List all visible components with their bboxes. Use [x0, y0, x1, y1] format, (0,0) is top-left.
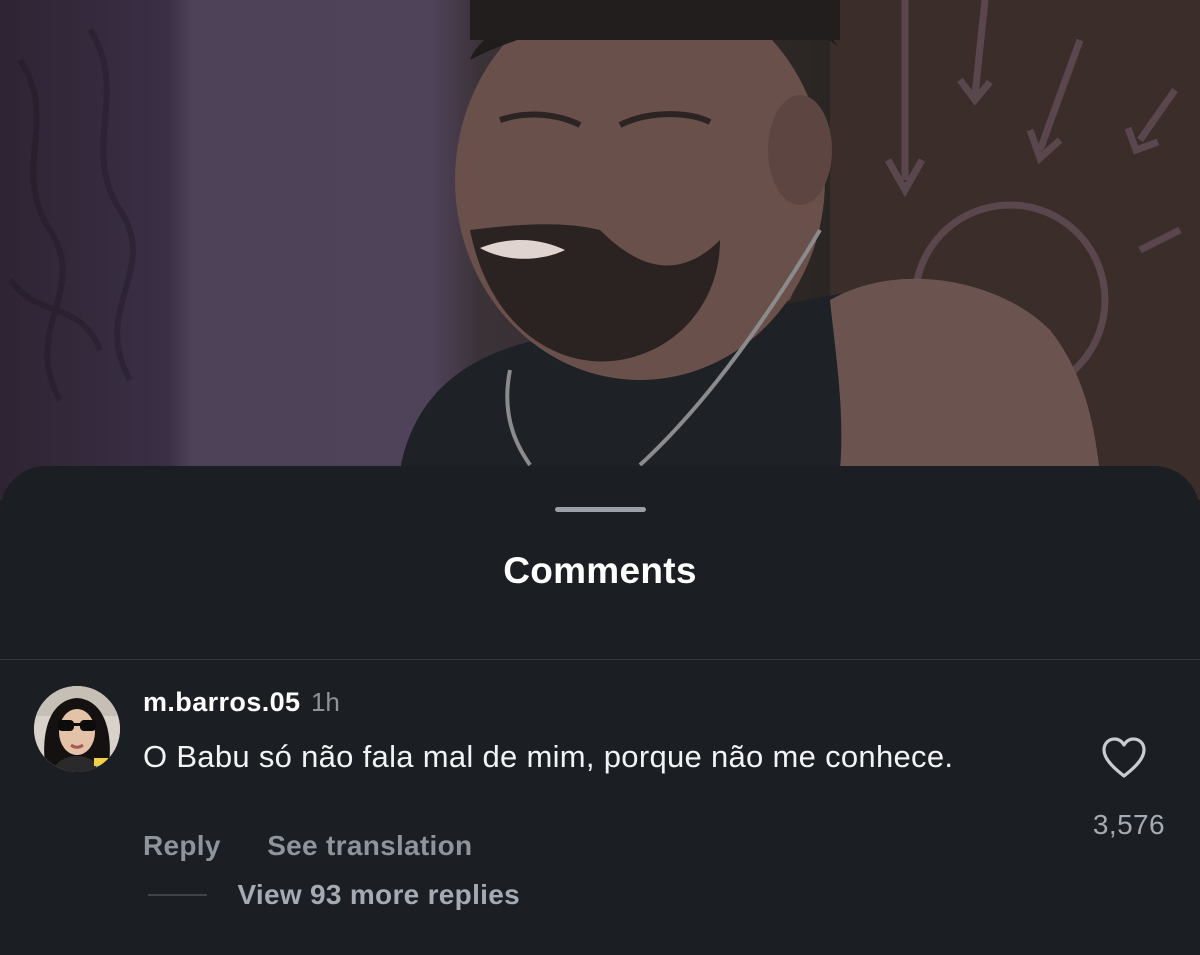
like-count: 3,576 — [1092, 809, 1165, 840]
view-replies-row[interactable]: View 93 more replies — [148, 879, 520, 911]
reply-button[interactable]: Reply — [143, 830, 221, 861]
comment-actions: Reply See translation — [143, 830, 514, 862]
comment-timestamp: 1h — [310, 687, 340, 717]
video-frame-illustration — [7, 0, 1200, 500]
sheet-title: Comments — [503, 550, 697, 591]
see-translation-button[interactable]: See translation — [267, 830, 472, 861]
replies-divider-line — [148, 894, 207, 896]
sheet-drag-handle[interactable] — [555, 507, 646, 512]
comments-sheet: Comments m.barros.05 1h O Babu só não fa… — [0, 466, 1200, 955]
comment-username[interactable]: m.barros.05 — [143, 687, 300, 717]
heart-outline-icon[interactable] — [1101, 737, 1147, 779]
avatar-photo — [34, 686, 120, 772]
comment-header: m.barros.05 1h — [143, 687, 340, 718]
video-background[interactable] — [0, 0, 1200, 500]
reels-comments-screen: Comments m.barros.05 1h O Babu só não fa… — [0, 0, 1200, 955]
view-more-replies-button[interactable]: View 93 more replies — [237, 879, 520, 911]
avatar[interactable] — [34, 686, 120, 772]
comment-text: O Babu só não fala mal de mim, porque nã… — [143, 739, 954, 774]
header-divider — [0, 659, 1200, 660]
